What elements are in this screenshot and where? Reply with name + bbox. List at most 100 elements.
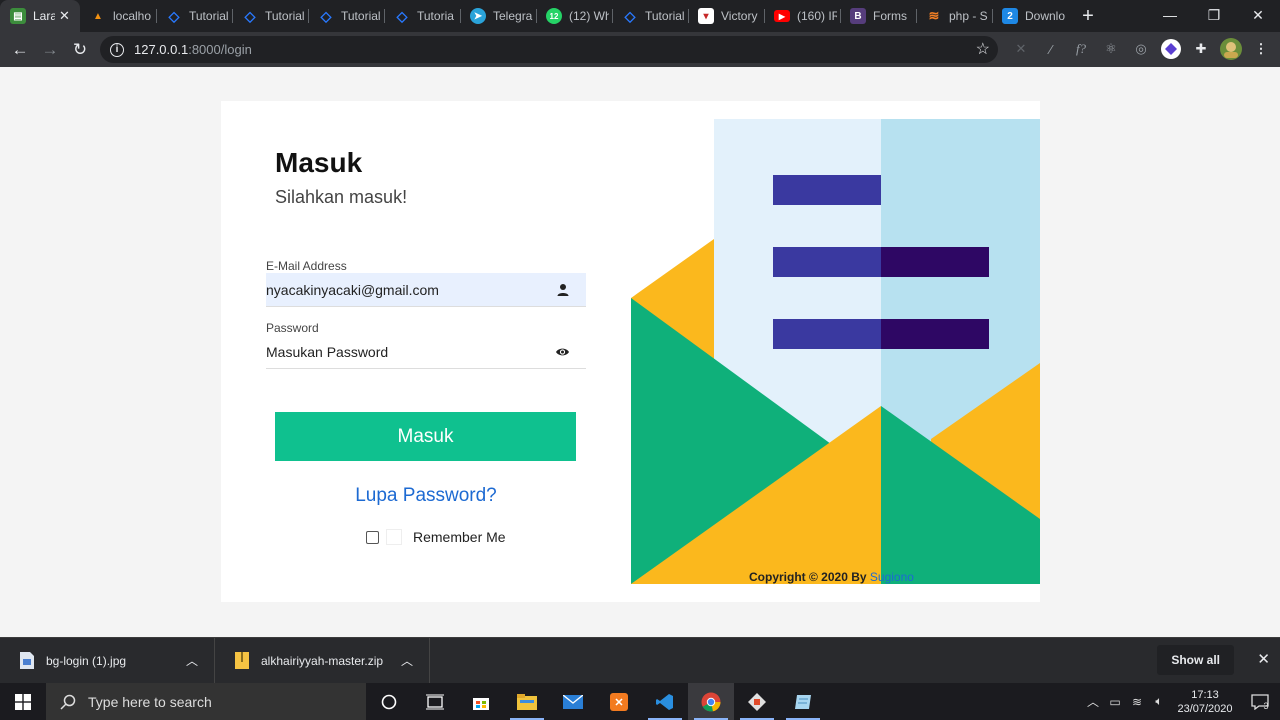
- tab-laravel[interactable]: ▤ Lara ✕: [0, 0, 80, 32]
- email-field-box: [266, 273, 586, 307]
- tab-victory[interactable]: ▾ Victory: [688, 0, 764, 32]
- profile-extension-icon[interactable]: [1156, 34, 1186, 64]
- diamond-favicon-icon: ◇: [396, 7, 408, 24]
- x-extension-icon[interactable]: ✕: [1006, 34, 1036, 64]
- git-tool-icon[interactable]: [734, 683, 780, 720]
- tab-telegram[interactable]: ➤ Telegra: [460, 0, 536, 32]
- zip-file-icon: [235, 652, 249, 669]
- close-icon[interactable]: ✕: [59, 8, 70, 24]
- tab-tutorial[interactable]: ◇ Tutorial: [232, 0, 308, 32]
- microsoft-store-icon[interactable]: [458, 683, 504, 720]
- chevron-up-icon[interactable]: ︿: [401, 652, 413, 669]
- tab-title: (160) IR: [797, 9, 837, 23]
- svg-text:✕: ✕: [614, 697, 623, 709]
- restore-icon[interactable]: ❐: [1192, 0, 1236, 30]
- taskbar-clock[interactable]: 17:13 23/07/2020: [1170, 688, 1240, 716]
- color-picker-icon[interactable]: ⁄: [1036, 34, 1066, 64]
- password-field[interactable]: [266, 343, 546, 360]
- tab-tutorial[interactable]: ◇ Tutoria: [384, 0, 460, 32]
- show-all-downloads-button[interactable]: Show all: [1157, 645, 1234, 675]
- system-tray: ︿ ▭ ≋ 🔈︎ 17:13 23/07/2020 3: [1082, 683, 1280, 720]
- reload-icon[interactable]: ↻: [65, 35, 95, 65]
- back-arrow-icon[interactable]: ←: [5, 35, 35, 65]
- download-favicon-icon: 2: [1002, 8, 1018, 24]
- tab-stackoverflow[interactable]: ≋ php - S: [916, 0, 992, 32]
- tab-bootstrap-forms[interactable]: B Forms: [840, 0, 916, 32]
- copyright-author-link[interactable]: Sugiono: [870, 570, 914, 584]
- downloads-shelf: bg-login (1).jpg ︿ alkhairiyyah-master.z…: [0, 637, 1280, 684]
- target-icon[interactable]: ◎: [1126, 34, 1156, 64]
- tab-title: Lara: [33, 9, 55, 23]
- diamond-favicon-icon: ◇: [320, 7, 332, 24]
- download-item[interactable]: bg-login (1).jpg ︿: [0, 637, 215, 684]
- email-field[interactable]: [266, 281, 546, 298]
- battery-icon[interactable]: ▭: [1104, 695, 1126, 709]
- windows-taskbar: Type here to search ✕ ︿ ▭ ≋ 🔈︎ 17:13 23/…: [0, 683, 1280, 720]
- chevron-up-icon[interactable]: ︿: [186, 652, 198, 669]
- eye-icon[interactable]: [555, 345, 570, 359]
- tab-title: Tutorial: [645, 9, 685, 23]
- page-viewport: Masuk Silahkan masuk! E-Mail Address Pas…: [0, 67, 1280, 637]
- checkbox-placeholder: [386, 529, 402, 545]
- tab-localhost[interactable]: ▲ localho: [80, 0, 156, 32]
- notepad-icon[interactable]: [780, 683, 826, 720]
- browser-toolbar: ← → ↻ i 127.0.0.1:8000/login ☆ ✕ ⁄ f? ⚛ …: [0, 32, 1280, 67]
- tab-tutorial[interactable]: ◇ Tutorial: [612, 0, 688, 32]
- password-field-group: Password: [266, 321, 586, 369]
- download-file-name: bg-login (1).jpg: [46, 653, 127, 668]
- laravel-favicon-icon: ▤: [10, 8, 26, 24]
- cortana-icon[interactable]: [366, 683, 412, 720]
- info-icon[interactable]: i: [110, 42, 124, 57]
- tab-title: Tutorial: [265, 9, 305, 23]
- tab-tutorial[interactable]: ◇ Tutorial: [156, 0, 232, 32]
- close-window-icon[interactable]: ✕: [1236, 0, 1280, 30]
- diamond-favicon-icon: ◇: [168, 7, 180, 24]
- person-icon: [557, 284, 569, 296]
- diamond-favicon-icon: ◇: [624, 7, 636, 24]
- new-tab-button[interactable]: +: [1070, 0, 1106, 32]
- vscode-icon[interactable]: [642, 683, 688, 720]
- remember-me-checkbox[interactable]: [366, 530, 379, 544]
- task-view-icon[interactable]: [412, 683, 458, 720]
- volume-icon[interactable]: 🔈︎: [1148, 694, 1170, 709]
- xampp-icon[interactable]: ✕: [596, 683, 642, 720]
- tab-tutorial[interactable]: ◇ Tutorial: [308, 0, 384, 32]
- tab-title: php - S: [949, 9, 988, 23]
- chrome-icon[interactable]: [688, 683, 734, 720]
- search-placeholder: Type here to search: [88, 693, 212, 710]
- remember-me-label[interactable]: Remember Me: [413, 529, 506, 545]
- chevron-up-icon[interactable]: ︿: [1082, 693, 1104, 710]
- avatar[interactable]: [1216, 34, 1246, 64]
- xampp-favicon-icon: ▲: [93, 10, 103, 22]
- tab-whatsapp[interactable]: 12 (12) Wh: [536, 0, 612, 32]
- notification-center-icon[interactable]: 3: [1240, 683, 1280, 720]
- tab-title: Tutorial: [341, 9, 381, 23]
- formula-icon[interactable]: f?: [1066, 34, 1096, 64]
- login-button[interactable]: Masuk: [275, 412, 576, 461]
- mail-icon[interactable]: [550, 683, 596, 720]
- windows-start-icon[interactable]: [0, 683, 46, 720]
- clock-time: 17:13: [1191, 688, 1219, 701]
- more-menu-icon[interactable]: ⋮: [1246, 34, 1276, 64]
- wifi-icon[interactable]: ≋: [1126, 695, 1148, 709]
- forward-arrow-icon[interactable]: →: [35, 35, 65, 65]
- forgot-password-link[interactable]: Lupa Password?: [266, 485, 586, 507]
- react-devtools-icon[interactable]: ⚛: [1096, 34, 1126, 64]
- extension-toolbar: ✕ ⁄ f? ⚛ ◎ ✚ ⋮: [1006, 34, 1276, 64]
- notification-count: 3: [1263, 700, 1269, 711]
- tab-title: localho: [113, 9, 152, 23]
- minimize-icon[interactable]: —: [1148, 0, 1192, 30]
- image-file-icon: [20, 652, 34, 669]
- password-label: Password: [266, 321, 319, 335]
- download-item[interactable]: alkhairiyyah-master.zip ︿: [215, 637, 430, 684]
- bookmark-star-icon[interactable]: ☆: [976, 39, 990, 59]
- puzzle-extensions-icon[interactable]: ✚: [1186, 34, 1216, 64]
- taskbar-search-box[interactable]: Type here to search: [46, 683, 366, 720]
- close-icon[interactable]: ✕: [1257, 650, 1270, 668]
- address-bar[interactable]: i 127.0.0.1:8000/login ☆: [100, 36, 998, 63]
- email-field-group: E-Mail Address: [266, 259, 586, 307]
- tab-youtube[interactable]: ▶ (160) IR: [764, 0, 840, 32]
- file-explorer-icon[interactable]: [504, 683, 550, 720]
- tab-title: (12) Wh: [569, 9, 609, 23]
- tab-download[interactable]: 2 Downlo: [992, 0, 1068, 32]
